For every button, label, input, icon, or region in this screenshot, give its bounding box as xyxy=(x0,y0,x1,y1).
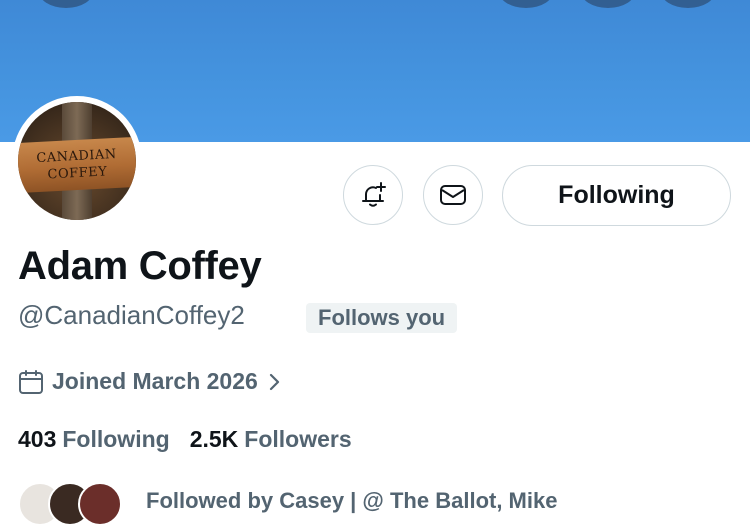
follows-you-badge: Follows you xyxy=(306,303,458,333)
message-button[interactable] xyxy=(423,165,483,225)
following-button[interactable]: Following xyxy=(502,165,731,226)
joined-date-row[interactable]: Joined March 2026 xyxy=(18,368,282,395)
avatar-sign: CANADIAN COFFEY xyxy=(18,136,136,194)
followers-count: 2.5K xyxy=(189,426,239,452)
following-label: Following xyxy=(62,426,170,452)
joined-date-text: Joined March 2026 xyxy=(52,368,258,394)
follow-stats: 403 Following 2.5K Followers xyxy=(18,426,352,453)
bell-plus-icon xyxy=(362,182,386,207)
share-button[interactable] xyxy=(580,0,636,8)
avatar-image: CANADIAN COFFEY xyxy=(18,102,136,220)
avatar-sign-line2: COFFEY xyxy=(47,164,108,183)
followed-by-avatars xyxy=(18,482,122,526)
chevron-right-icon xyxy=(268,372,282,392)
notifications-button[interactable] xyxy=(343,165,403,225)
display-name: Adam Coffey xyxy=(18,244,262,288)
search-button[interactable] xyxy=(498,0,554,8)
back-button[interactable] xyxy=(38,0,94,8)
following-stat[interactable]: 403 Following xyxy=(18,426,170,453)
followed-by-row[interactable]: Followed by Casey | @ The Ballot, Mike xyxy=(18,482,557,526)
calendar-icon xyxy=(18,369,44,395)
following-count: 403 xyxy=(18,426,57,452)
avatar xyxy=(78,482,122,526)
followers-label: Followers xyxy=(244,426,352,452)
more-options-button[interactable] xyxy=(660,0,716,8)
user-handle: @CanadianCoffey2 xyxy=(18,300,245,330)
envelope-icon xyxy=(440,185,466,205)
followers-stat[interactable]: 2.5K Followers xyxy=(190,426,352,453)
profile-avatar[interactable]: CANADIAN COFFEY xyxy=(12,96,142,226)
followed-by-text: Followed by Casey | @ The Ballot, Mike xyxy=(146,488,558,513)
